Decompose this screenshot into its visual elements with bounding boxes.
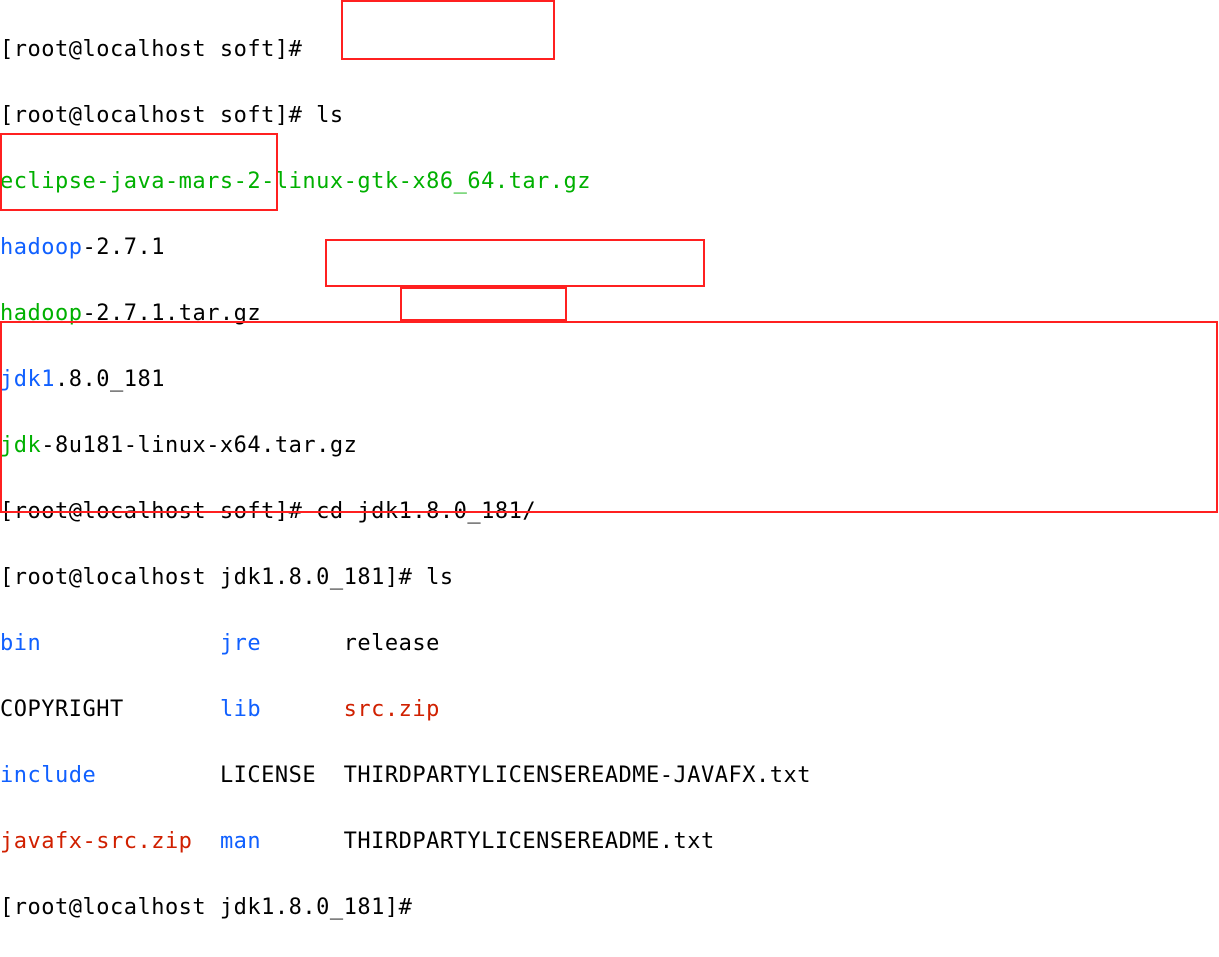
prompt[interactable]: [root@localhost jdk1.8.0_181]# [0, 895, 426, 920]
file-tplr-javafx: THIRDPARTYLICENSEREADME-JAVAFX.txt [344, 763, 811, 788]
file-hadoop-tar-suf: -2.7.1.tar.gz [82, 301, 261, 326]
file-javafx-src: javafx-src.zip [0, 829, 192, 854]
command-cd: cd jdk1.8.0_181/ [316, 499, 536, 524]
terminal-output: [root@localhost soft]# [root@localhost s… [0, 0, 1219, 957]
dir-jre: jre [220, 631, 261, 656]
dir-include: include [0, 763, 96, 788]
file-eclipse: eclipse-java-mars-2-linux-gtk-x86_64.tar… [0, 169, 591, 194]
prompt[interactable]: [root@localhost soft]# [0, 499, 316, 524]
file-jdk-tar-mid: -8u181-linux-x64 [41, 433, 261, 458]
prompt[interactable]: [root@localhost soft]# [0, 37, 316, 62]
file-license: LICENSE [220, 763, 316, 788]
dir-jdk-suf: .8.0_181 [55, 367, 165, 392]
dir-man: man [220, 829, 261, 854]
file-tplr: THIRDPARTYLICENSEREADME.txt [344, 829, 715, 854]
dir-bin: bin [0, 631, 41, 656]
prompt[interactable]: [root@localhost jdk1.8.0_181]# [0, 565, 426, 590]
file-release: release [344, 631, 440, 656]
dir-jdk-pre: jdk1 [0, 367, 55, 392]
prompt[interactable]: [root@localhost soft]# [0, 103, 316, 128]
command-ls: ls [426, 565, 454, 590]
dir-hadoop-pre: hadoop [0, 235, 82, 260]
file-srczip: src.zip [344, 697, 440, 722]
file-copyright: COPYRIGHT [0, 697, 124, 722]
dir-lib: lib [220, 697, 261, 722]
dir-hadoop-suf: -2.7.1 [82, 235, 164, 260]
file-jdk-tar-ext: .tar.gz [261, 433, 357, 458]
command-ls: ls [316, 103, 344, 128]
file-hadoop-tar-pre: hadoop [0, 301, 82, 326]
file-jdk-tar-pre: jdk [0, 433, 41, 458]
